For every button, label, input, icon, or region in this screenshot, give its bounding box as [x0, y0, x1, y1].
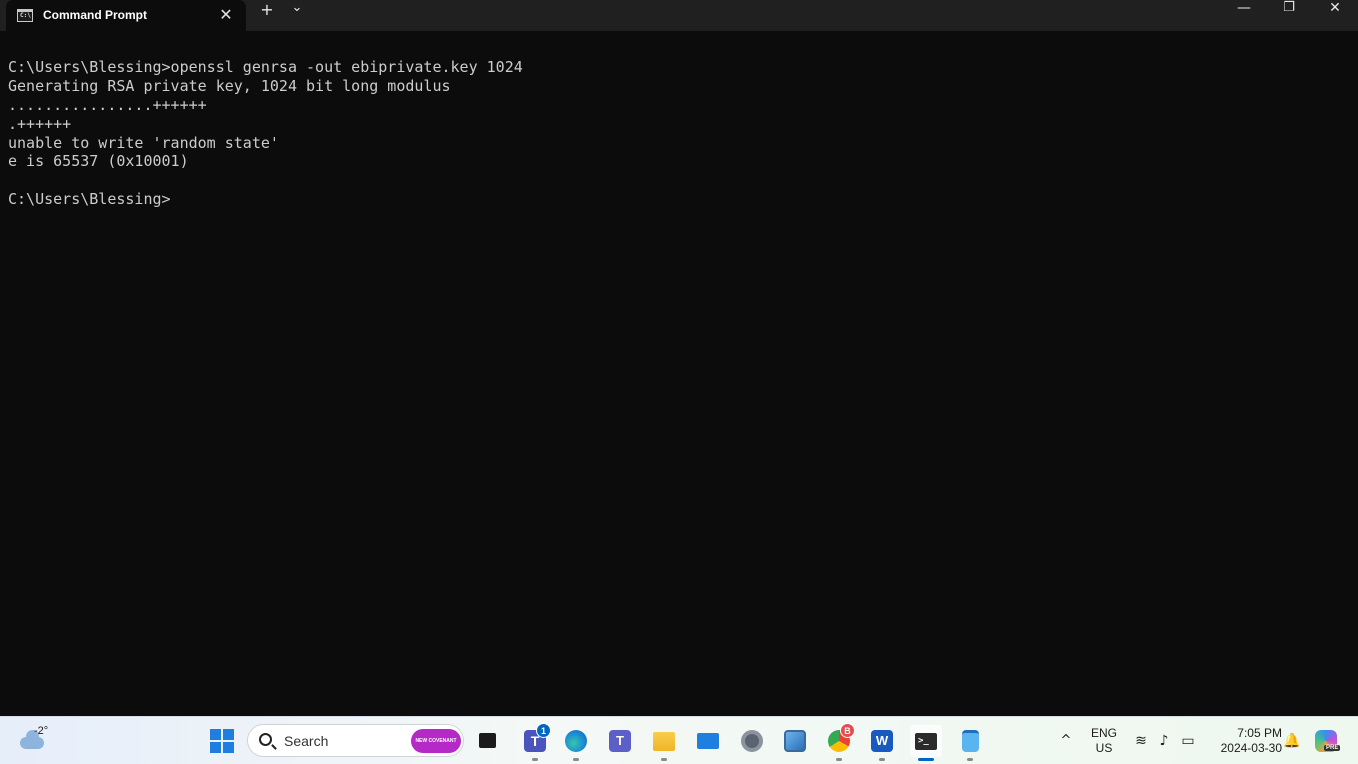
volume-icon[interactable]: ♪: [1154, 731, 1174, 751]
folder-icon: [653, 732, 675, 751]
teams-button[interactable]: T: [604, 725, 636, 757]
control-panel-icon: [784, 730, 806, 752]
close-button[interactable]: ✕: [1312, 0, 1358, 31]
tab-dropdown-button[interactable]: ⌄: [282, 0, 312, 31]
preview-label: PRE: [1324, 745, 1341, 751]
edge-button[interactable]: [560, 725, 592, 761]
running-indicator: [967, 758, 973, 761]
battery-icon[interactable]: ▭: [1178, 731, 1198, 751]
tab-close-icon[interactable]: ✕: [216, 4, 236, 26]
search-placeholder: Search: [284, 733, 329, 749]
terminal-prompt-line: C:\Users\Blessing>: [8, 190, 171, 209]
gear-icon: [741, 730, 763, 752]
tab-command-prompt[interactable]: C:\ Command Prompt ✕: [6, 0, 246, 31]
search-highlight-badge: NEW COVENANT: [411, 729, 461, 753]
copilot-button[interactable]: PRE: [1310, 725, 1342, 757]
chevron-up-icon[interactable]: ^: [1056, 731, 1076, 751]
terminal-output[interactable]: C:\Users\Blessing>openssl genrsa -out eb…: [0, 31, 1358, 716]
terminal-line: C:\Users\Blessing>openssl genrsa -out eb…: [8, 58, 523, 76]
wifi-icon[interactable]: ≋: [1131, 731, 1151, 751]
notepad-icon: [962, 730, 979, 752]
running-indicator: [879, 758, 885, 761]
maximize-button[interactable]: ❐: [1266, 0, 1312, 31]
weather-widget[interactable]: -2°: [18, 725, 58, 755]
terminal-line: unable to write 'random state': [8, 133, 279, 152]
settings-button[interactable]: [736, 725, 768, 757]
teams-icon: T: [609, 730, 631, 752]
tab-icon-text: C:\: [20, 12, 31, 19]
region-code: US: [1095, 741, 1113, 755]
clock-date: 2024-03-30: [1220, 741, 1282, 755]
mail-button[interactable]: [692, 725, 724, 757]
clock-time: 7:05 PM: [1237, 726, 1282, 740]
clock[interactable]: 7:05 PM 2024-03-30: [1206, 726, 1282, 756]
terminal-line: ................++++++: [8, 95, 207, 114]
language-indicator[interactable]: ENG US: [1090, 726, 1118, 756]
tab-title: Command Prompt: [43, 8, 148, 22]
active-indicator: [918, 758, 934, 761]
terminal-line: .++++++: [8, 114, 72, 133]
profile-badge: B: [840, 723, 855, 738]
task-view-button[interactable]: [471, 725, 503, 757]
word-button[interactable]: W: [866, 725, 898, 761]
running-indicator: [661, 758, 667, 761]
new-tab-button[interactable]: +: [252, 0, 282, 31]
weather-temperature: -2°: [34, 725, 49, 737]
terminal-line: Generating RSA private key, 1024 bit lon…: [8, 76, 451, 95]
edge-icon: [565, 730, 587, 752]
notification-badge: 1: [536, 723, 551, 738]
task-view-icon: [479, 733, 496, 748]
search-icon: [259, 733, 272, 746]
terminal-icon: >_: [915, 733, 937, 750]
word-icon: W: [871, 730, 893, 752]
windows-logo-icon: [210, 729, 221, 740]
minimize-button[interactable]: —: [1221, 0, 1267, 31]
cloud-icon: [20, 730, 44, 749]
control-panel-button[interactable]: [779, 725, 811, 757]
command-prompt-icon: C:\: [17, 9, 33, 22]
terminal-button[interactable]: >_: [910, 725, 942, 761]
terminal-line: e is 65537 (0x10001): [8, 152, 189, 171]
language-code: ENG: [1090, 726, 1117, 740]
notification-bell-icon[interactable]: 🔔: [1282, 731, 1302, 751]
start-button[interactable]: [210, 729, 234, 753]
search-box[interactable]: Search NEW COVENANT: [247, 724, 464, 757]
running-indicator: [573, 758, 579, 761]
teams-classic-button[interactable]: T 1: [519, 723, 551, 761]
running-indicator: [836, 758, 842, 761]
file-explorer-button[interactable]: [648, 725, 680, 761]
title-bar: C:\ Command Prompt ✕ + ⌄ — ❐ ✕: [0, 0, 1358, 31]
taskbar: -2° Search NEW COVENANT T 1 T B W >_ ^ E…: [0, 716, 1358, 764]
mail-icon: [697, 733, 719, 749]
running-indicator: [532, 758, 538, 761]
chrome-button[interactable]: B: [823, 723, 855, 761]
notepad-button[interactable]: [954, 725, 986, 761]
